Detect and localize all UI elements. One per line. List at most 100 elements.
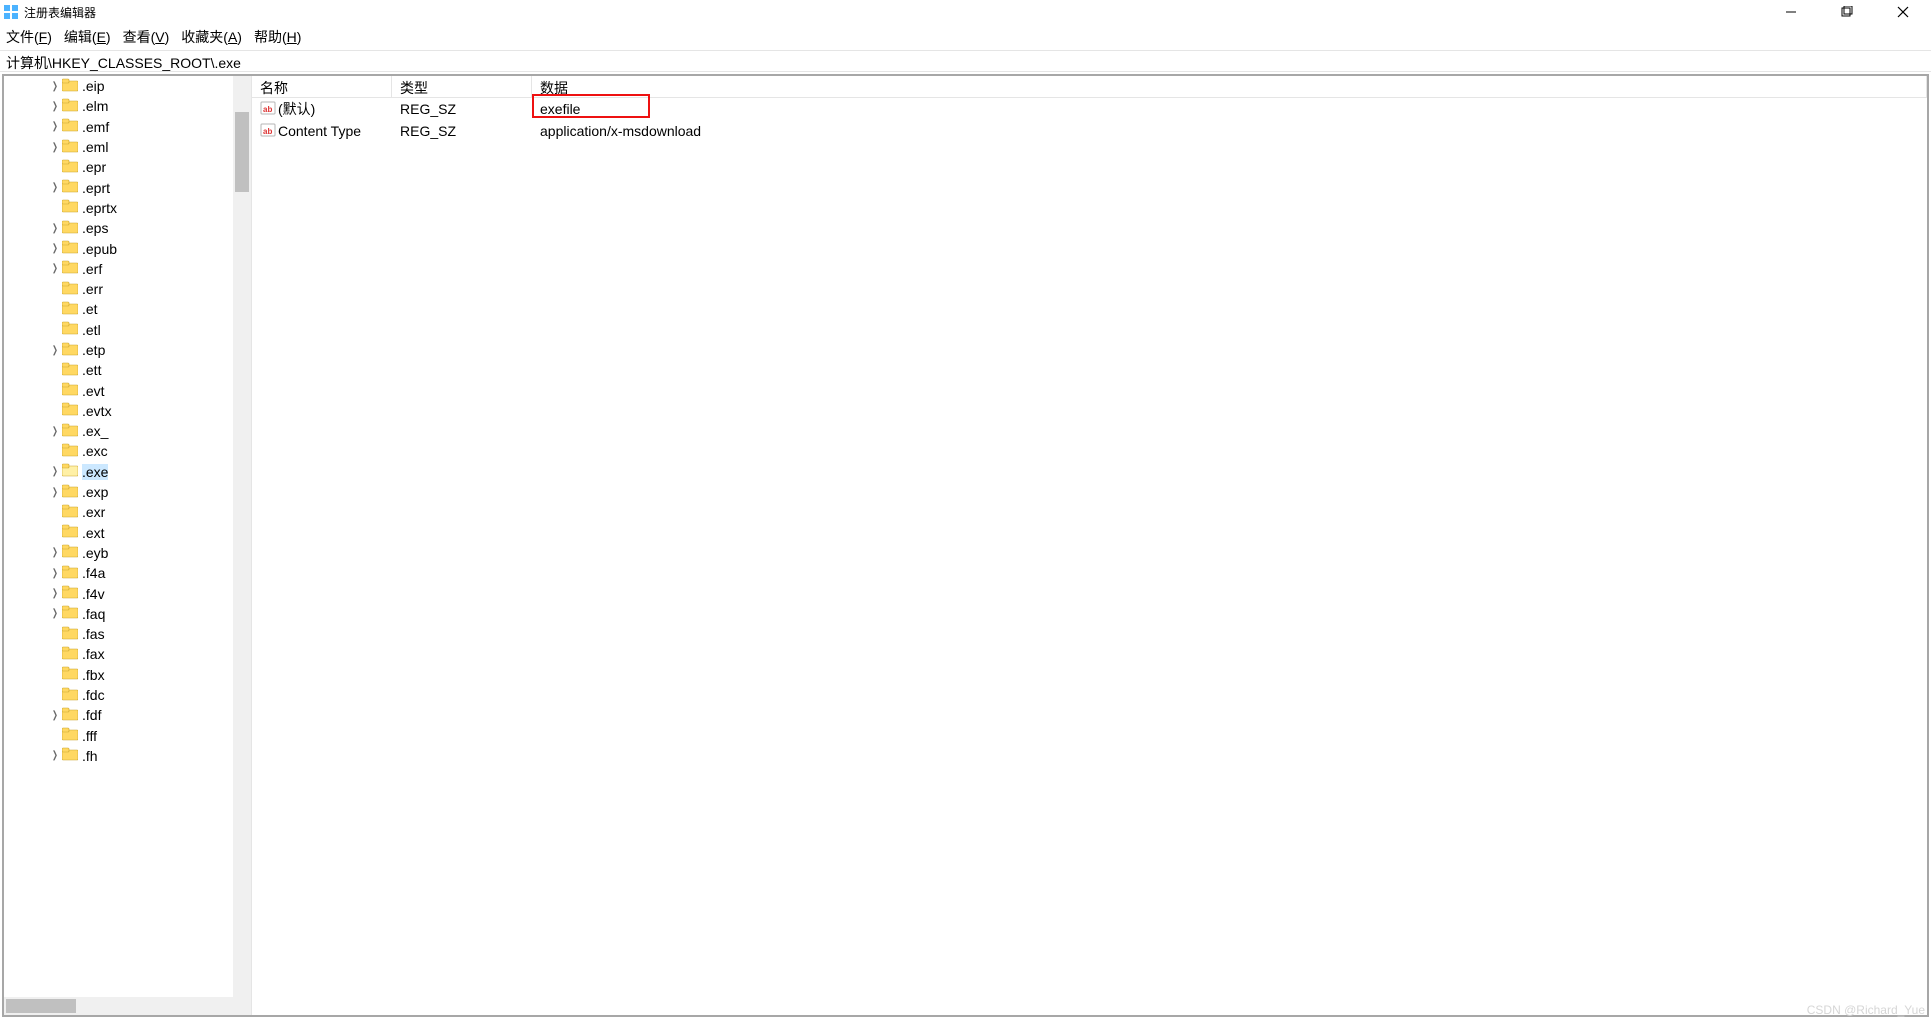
tree-item[interactable]: ❯ .eml [4,137,251,157]
tree-item[interactable]: ❯ .f4a [4,563,251,583]
tree-item[interactable]: ❯ .eyb [4,543,251,563]
chevron-right-icon[interactable]: ❯ [51,345,59,356]
tree-item[interactable]: ❯ .ex_ [4,421,251,441]
close-button[interactable] [1875,0,1931,24]
chevron-right-icon[interactable]: ❯ [51,588,59,599]
tree-item-label: .fax [82,646,105,662]
tree-item-label: .exc [82,443,108,459]
list-row[interactable]: ab Content TypeREG_SZapplication/x-msdow… [252,120,1927,142]
string-value-icon: ab [260,100,276,119]
folder-icon [62,301,82,318]
chevron-right-icon[interactable]: ❯ [51,121,59,132]
chevron-right-icon[interactable]: ❯ [51,750,59,761]
folder-icon [62,727,82,744]
chevron-right-icon[interactable]: ❯ [51,466,59,477]
tree-item-label: .eprtx [82,200,117,216]
svg-text:ab: ab [263,127,272,136]
chevron-right-icon[interactable]: ❯ [51,263,59,274]
column-header-type[interactable]: 类型 [392,76,532,97]
column-header-data[interactable]: 数据 [532,76,1927,97]
tree-item[interactable]: ❯ .et [4,299,251,319]
folder-icon [62,544,82,561]
folder-icon [62,362,82,379]
value-type: REG_SZ [392,123,532,139]
list-row[interactable]: ab (默认)REG_SZexefile [252,98,1927,120]
menu-edit[interactable]: 编辑(E) [64,27,111,47]
chevron-right-icon[interactable]: ❯ [51,243,59,254]
tree-item-label: .fff [82,728,97,744]
chevron-right-icon[interactable]: ❯ [51,710,59,721]
chevron-right-icon[interactable]: ❯ [51,426,59,437]
tree-item-label: .fdc [82,687,105,703]
chevron-right-icon[interactable]: ❯ [51,547,59,558]
tree-item-label: .eml [82,139,108,155]
chevron-right-icon[interactable]: ❯ [51,142,59,153]
tree-item[interactable]: ❯ .eprtx [4,198,251,218]
tree-vertical-scrollbar[interactable] [233,76,251,997]
tree-item[interactable]: ❯ .faq [4,604,251,624]
tree-item[interactable]: ❯ .emf [4,117,251,137]
tree-item[interactable]: ❯ .fdc [4,685,251,705]
chevron-right-icon[interactable]: ❯ [51,568,59,579]
maximize-button[interactable] [1819,0,1875,24]
tree-item[interactable]: ❯ .fh [4,746,251,766]
minimize-button[interactable] [1763,0,1819,24]
tree-item[interactable]: ❯ .fax [4,644,251,664]
values-panel: 名称 类型 数据 ab (默认)REG_SZexefile ab Content… [252,76,1927,1015]
value-data: application/x-msdownload [532,123,1927,139]
tree-item[interactable]: ❯ .fbx [4,665,251,685]
tree-item[interactable]: ❯ .fdf [4,705,251,725]
tree-item[interactable]: ❯ .ett [4,360,251,380]
chevron-right-icon[interactable]: ❯ [51,223,59,234]
tree-item[interactable]: ❯ .ext [4,523,251,543]
tree-item[interactable]: ❯ .err [4,279,251,299]
value-type: REG_SZ [392,101,532,117]
value-data: exefile [532,101,1927,117]
tree-item[interactable]: ❯ .etp [4,340,251,360]
folder-icon [62,626,82,643]
column-header-name[interactable]: 名称 [252,76,392,97]
menu-help[interactable]: 帮助(H) [254,27,301,47]
chevron-right-icon[interactable]: ❯ [51,487,59,498]
folder-icon [62,402,82,419]
folder-icon [62,159,82,176]
tree-item[interactable]: ❯ .epub [4,238,251,258]
tree-item[interactable]: ❯ .eip [4,76,251,96]
tree-item-label: .et [82,301,98,317]
tree-item[interactable]: ❯ .etl [4,320,251,340]
tree-item[interactable]: ❯ .elm [4,96,251,116]
tree-item-label: .etl [82,322,101,338]
folder-icon [62,321,82,338]
tree-item[interactable]: ❯ .f4v [4,583,251,603]
menu-file[interactable]: 文件(F) [6,27,52,47]
address-bar[interactable]: 计算机\HKEY_CLASSES_ROOT\.exe [0,50,1931,72]
tree-item[interactable]: ❯ .eprt [4,177,251,197]
tree-item[interactable]: ❯ .evtx [4,401,251,421]
tree-item[interactable]: ❯ .eps [4,218,251,238]
chevron-right-icon[interactable]: ❯ [51,101,59,112]
tree-item[interactable]: ❯ .fas [4,624,251,644]
tree-item[interactable]: ❯ .exe [4,462,251,482]
chevron-right-icon[interactable]: ❯ [51,608,59,619]
chevron-right-icon[interactable]: ❯ [51,81,59,92]
chevron-right-icon[interactable]: ❯ [51,182,59,193]
tree-item[interactable]: ❯ .fff [4,726,251,746]
tree-item-label: .elm [82,98,108,114]
folder-icon [62,605,82,622]
menu-favorites[interactable]: 收藏夹(A) [181,27,242,47]
tree-item[interactable]: ❯ .evt [4,380,251,400]
tree-item[interactable]: ❯ .exc [4,441,251,461]
folder-icon [62,199,82,216]
folder-icon [62,179,82,196]
tree-horizontal-scrollbar[interactable] [4,997,251,1015]
tree-item[interactable]: ❯ .exr [4,502,251,522]
window-controls [1763,0,1931,24]
folder-icon [62,666,82,683]
tree-item[interactable]: ❯ .epr [4,157,251,177]
menu-bar: 文件(F) 编辑(E) 查看(V) 收藏夹(A) 帮助(H) [0,24,1931,50]
menu-view[interactable]: 查看(V) [123,27,170,47]
tree-item[interactable]: ❯ .exp [4,482,251,502]
registry-tree[interactable]: ❯ .eip❯ .elm❯ .emf❯ .eml❯ .epr❯ .eprt❯ .… [4,76,251,997]
list-body: ab (默认)REG_SZexefile ab Content TypeREG_… [252,98,1927,1015]
tree-item[interactable]: ❯ .erf [4,259,251,279]
